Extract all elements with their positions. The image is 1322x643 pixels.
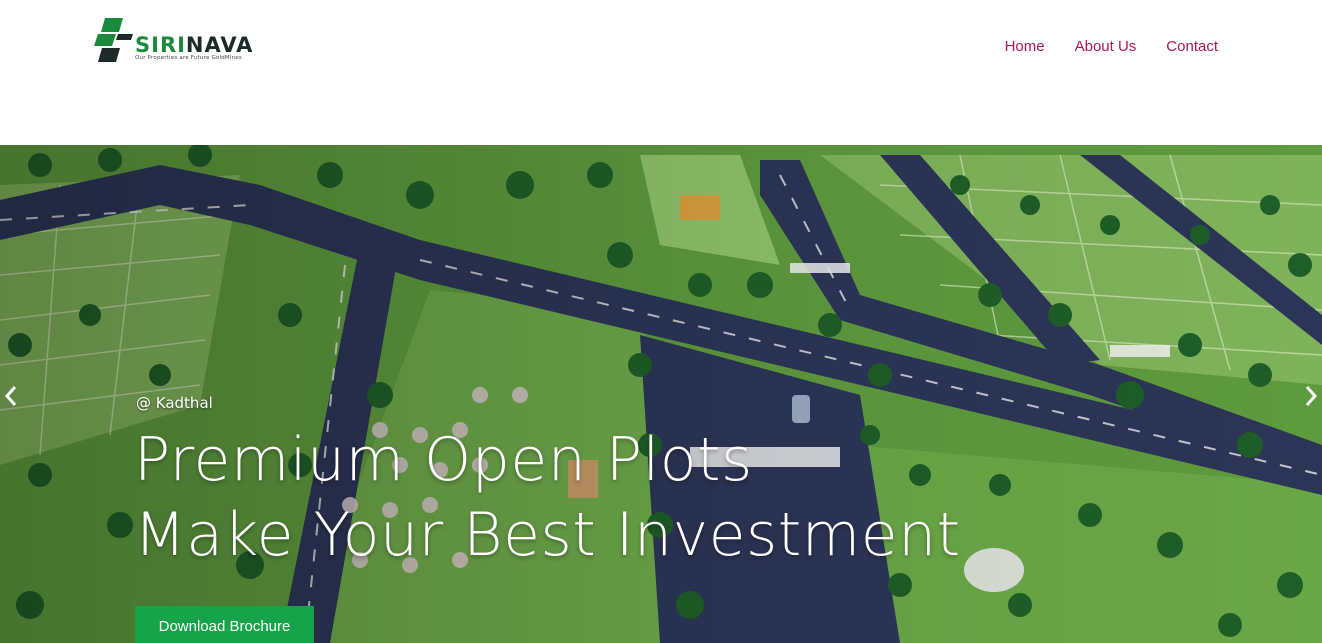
download-brochure-button[interactable]: Download Brochure xyxy=(135,606,314,643)
brand-name-part2: NAVA xyxy=(185,33,254,57)
hero-location: @ Kadthal xyxy=(136,394,213,412)
nav-contact[interactable]: Contact xyxy=(1166,37,1218,57)
chevron-left-icon xyxy=(4,386,17,406)
nav-about-us[interactable]: About Us xyxy=(1075,37,1137,57)
brand-name: SIRINAVA xyxy=(135,33,253,57)
chevron-right-icon xyxy=(1305,386,1318,406)
hero-slider: @ Kadthal Premium Open Plots Make Your B… xyxy=(0,145,1322,643)
brand-tagline: Our Properties are Future GoldMines xyxy=(135,55,242,61)
slider-prev-button[interactable] xyxy=(2,383,22,409)
main-nav: Home About Us Contact xyxy=(1005,37,1218,57)
brand-name-part1: SIRI xyxy=(135,33,186,57)
hero-headline: Premium Open Plots xyxy=(134,425,753,495)
nav-home[interactable]: Home xyxy=(1005,37,1045,57)
site-header: SIRINAVA Our Properties are Future GoldM… xyxy=(0,0,1322,145)
hero-subheadline: Make Your Best Investment xyxy=(134,500,961,570)
brand-logo[interactable]: SIRINAVA Our Properties are Future GoldM… xyxy=(93,18,273,64)
logo-mark-icon xyxy=(94,18,133,62)
slider-next-button[interactable] xyxy=(1300,383,1320,409)
